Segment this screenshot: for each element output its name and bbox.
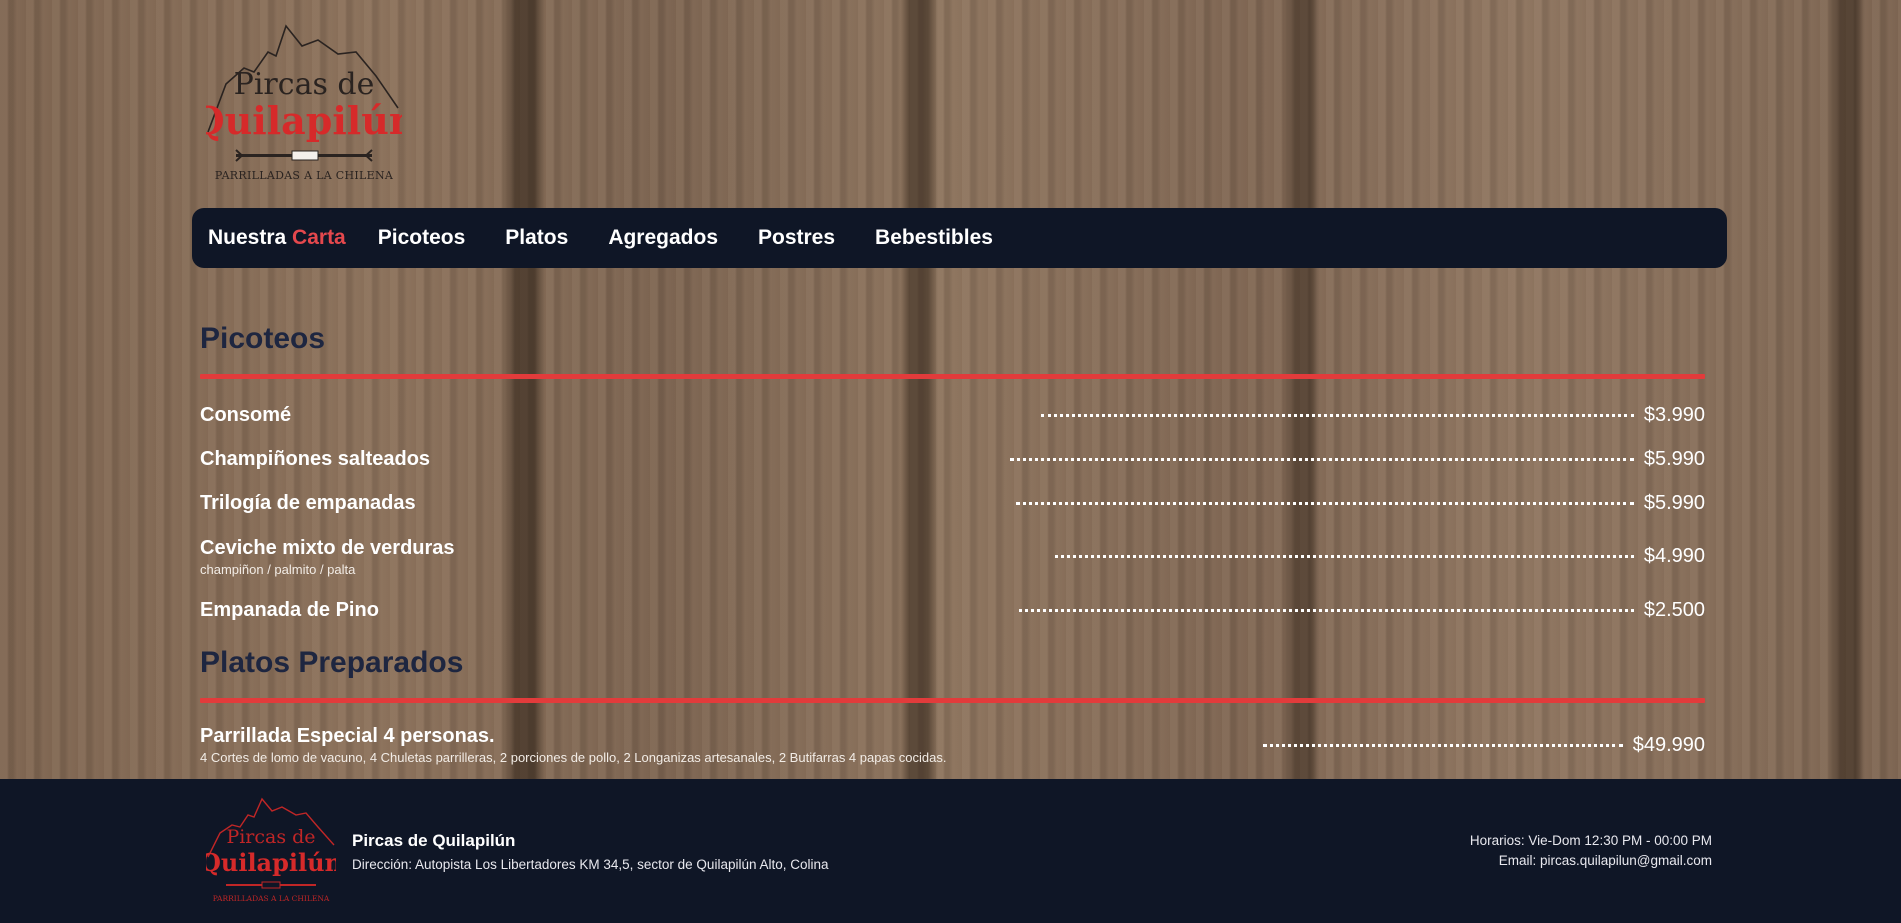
menu-item-name: Champiñones salteados (200, 447, 431, 470)
menu-item-price: $5.990 (1643, 491, 1705, 514)
mountain-logo-icon: Pircas de Quilapilún Parrilladas a la ch… (206, 24, 402, 182)
nav-link-platos[interactable]: Platos (505, 226, 568, 250)
navbar-brand[interactable]: Nuestra Carta (208, 226, 346, 250)
menu-item-price: $2.500 (1643, 598, 1705, 621)
footer-restaurant-name: Pircas de Quilapilún (352, 831, 516, 850)
menu-item: Parrillada Especial 4 personas. 4 Cortes… (200, 717, 1705, 773)
menu-item: Trilogía de empanadas $5.990 (200, 481, 1705, 525)
menu-item-text: Parrillada Especial 4 personas. 4 Cortes… (200, 725, 947, 765)
brand-accent: Carta (292, 226, 346, 249)
fork-knife-icon (226, 881, 316, 889)
menu-item-name: Consomé (200, 403, 292, 426)
section-title: Picoteos (200, 322, 326, 355)
nav-link-agregados[interactable]: Agregados (608, 226, 718, 250)
menu-item-price: $3.990 (1643, 403, 1705, 426)
dotted-leader (1015, 501, 1634, 505)
logo-line2: Quilapilún (206, 98, 402, 143)
section-platos-preparados: Platos Preparados Parrillada Especial 4 … (200, 644, 1705, 773)
menu-item-name: Trilogía de empanadas (200, 491, 416, 514)
section-divider (200, 698, 1705, 703)
footer-logo-tagline: Parrilladas a la chilena (213, 894, 330, 903)
section-picoteos: Picoteos Consomé $3.990 Champiñones salt… (200, 320, 1705, 632)
menu-content: Picoteos Consomé $3.990 Champiñones salt… (200, 320, 1705, 773)
menu-item-price: $5.990 (1643, 447, 1705, 470)
menu-item-text: Empanada de Pino (200, 599, 379, 622)
dotted-leader (1041, 413, 1634, 417)
dotted-leader (1010, 457, 1634, 461)
menu-item-text: Champiñones salteados (200, 448, 430, 471)
footer-logo[interactable]: Pircas de Quilapilún Parrilladas a la ch… (206, 797, 336, 907)
menu-item: Ceviche mixto de verduras champiñon / pa… (200, 525, 1705, 588)
nav-link-bebestibles[interactable]: Bebestibles (875, 226, 993, 250)
menu-item-text: Trilogía de empanadas (200, 492, 416, 515)
logo-line1: Pircas de (234, 67, 375, 102)
logo-tagline: Parrilladas a la chilena (215, 169, 394, 182)
section-divider (200, 374, 1705, 379)
dotted-leader (1262, 743, 1623, 747)
dotted-leader (1018, 608, 1634, 612)
site-logo[interactable]: Pircas de Quilapilún Parrilladas a la ch… (206, 22, 402, 186)
dotted-leader (1054, 555, 1634, 558)
menu-item-name: Empanada de Pino (200, 598, 379, 621)
menu-item-text: Ceviche mixto de verduras champiñon / pa… (200, 537, 455, 577)
menu-item: Empanada de Pino $2.500 (200, 588, 1705, 632)
menu-item-name: Ceviche mixto de verduras (200, 536, 455, 559)
main-navbar: Nuestra Carta Picoteos Platos Agregados … (192, 208, 1727, 268)
menu-item-price: $49.990 (1632, 733, 1705, 756)
footer-address: Dirección: Autopista Los Libertadores KM… (352, 857, 829, 872)
footer-email[interactable]: Email: pircas.quilapilun@gmail.com (1470, 851, 1712, 871)
menu-item-text: Consomé (200, 404, 291, 427)
footer-contact: Horarios: Vie-Dom 12:30 PM - 00:00 PM Em… (1470, 831, 1712, 871)
footer-logo-line1: Pircas de (226, 826, 315, 848)
fork-knife-icon (235, 149, 373, 162)
nav-link-postres[interactable]: Postres (758, 226, 835, 250)
menu-item: Consomé $3.990 (200, 393, 1705, 437)
menu-item-description: 4 Cortes de lomo de vacuno, 4 Chuletas p… (200, 750, 947, 765)
site-footer: Pircas de Quilapilún Parrilladas a la ch… (0, 779, 1901, 923)
brand-prefix: Nuestra (208, 226, 287, 249)
menu-item: Champiñones salteados $5.990 (200, 437, 1705, 481)
section-title: Platos Preparados (200, 646, 464, 679)
nav-link-picoteos[interactable]: Picoteos (378, 226, 466, 250)
mountain-logo-icon: Pircas de Quilapilún Parrilladas a la ch… (206, 797, 336, 903)
menu-item-price: $4.990 (1643, 545, 1705, 567)
menu-item-description: champiñon / palmito / palta (200, 561, 356, 577)
footer-logo-line2: Quilapilún (206, 848, 336, 877)
footer-hours: Horarios: Vie-Dom 12:30 PM - 00:00 PM (1469, 833, 1712, 848)
menu-item-name: Parrillada Especial 4 personas. (200, 725, 495, 747)
